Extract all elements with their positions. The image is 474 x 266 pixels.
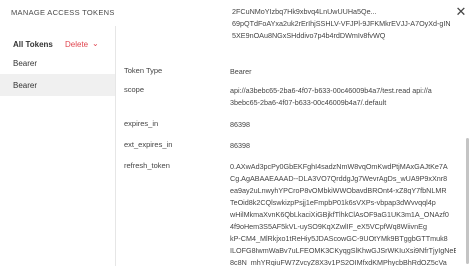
- value-line: ea9ay2uLnwyhYPCroP8vOMbkiWWObavdBROnt4-x…: [230, 186, 447, 195]
- token-list-item[interactable]: Bearer: [0, 52, 115, 74]
- value-line: api://a3bebc65-2ba6-4f07-b633-00c46009b4…: [230, 86, 432, 95]
- value-line: 8c8N_mhYRqiuFW7ZvcyZ8X3v1PS2OIMfxdKMPhyc…: [230, 258, 447, 266]
- field-label: refresh_token: [124, 161, 170, 170]
- value-line: 86398: [230, 120, 250, 129]
- field-value: 0.AXwAd3pcPy0GbEKFghI4sadzNmW8vqOmKwdPtj…: [230, 161, 456, 266]
- field-label: ext_expires_in: [124, 140, 173, 149]
- value-line: ILOFG8IwmWaBv7uLFEOMK3CKyqgSlKhwGJSrWKIu…: [230, 246, 456, 255]
- value-line: 3bebc65-2ba6-4f07-b633-00c46009b4a7/.def…: [230, 98, 387, 107]
- token-sidebar: All Tokens Delete ⌄ Bearer Bearer: [0, 26, 116, 266]
- value-line: TeOid8k2CQlswkizpPsjj1eFmpbP01k6sVXPs-vb…: [230, 198, 436, 207]
- token-list-item-selected[interactable]: Bearer: [0, 74, 115, 96]
- token-item-label: Bearer: [13, 81, 38, 90]
- value-line: 86398: [230, 141, 250, 150]
- field-label: expires_in: [124, 119, 159, 128]
- token-item-label: Bearer: [13, 59, 38, 68]
- field-value: 86398: [230, 119, 456, 131]
- field-value: 86398: [230, 140, 456, 152]
- field-label: Token Type: [124, 66, 163, 75]
- value-line: 0.AXwAd3pcPy0GbEKFghI4sadzNmW8vqOmKwdPtj…: [230, 162, 448, 171]
- field-value: api://a3bebc65-2ba6-4f07-b633-00c46009b4…: [230, 85, 456, 109]
- field-value: Bearer: [230, 66, 456, 78]
- manage-access-tokens-dialog: MANAGE ACCESS TOKENS ✕ All Tokens Delete…: [0, 0, 474, 266]
- field-label: scope: [124, 85, 145, 94]
- scrollbar-thumb[interactable]: [466, 138, 469, 264]
- value-line: Bearer: [230, 67, 252, 76]
- value-line: wHilMkmaXvnK6QbLkaciXiGBjkfTlhkClAsOF9aG…: [230, 210, 449, 219]
- value-line: kP-CM4_MlRkjxo1tReHiy5JDAScowGC-9UOtYMk9…: [230, 234, 448, 243]
- value-line: 4f9oHem3S5AF5kVL-uySO9KqXZwlIF_eX5VCpfWq…: [230, 222, 427, 231]
- dialog-title: MANAGE ACCESS TOKENS: [11, 8, 115, 17]
- delete-button[interactable]: Delete: [65, 40, 88, 49]
- value-line: Cg.AgABAAEAAAD--DLA3VO7QrddgJg7WevrAgDs_…: [230, 174, 448, 183]
- chevron-down-icon[interactable]: ⌄: [92, 39, 99, 48]
- token-details: Token Type Bearer scope api://a3bebc65-2…: [116, 16, 456, 266]
- all-tokens-heading: All Tokens: [13, 40, 53, 49]
